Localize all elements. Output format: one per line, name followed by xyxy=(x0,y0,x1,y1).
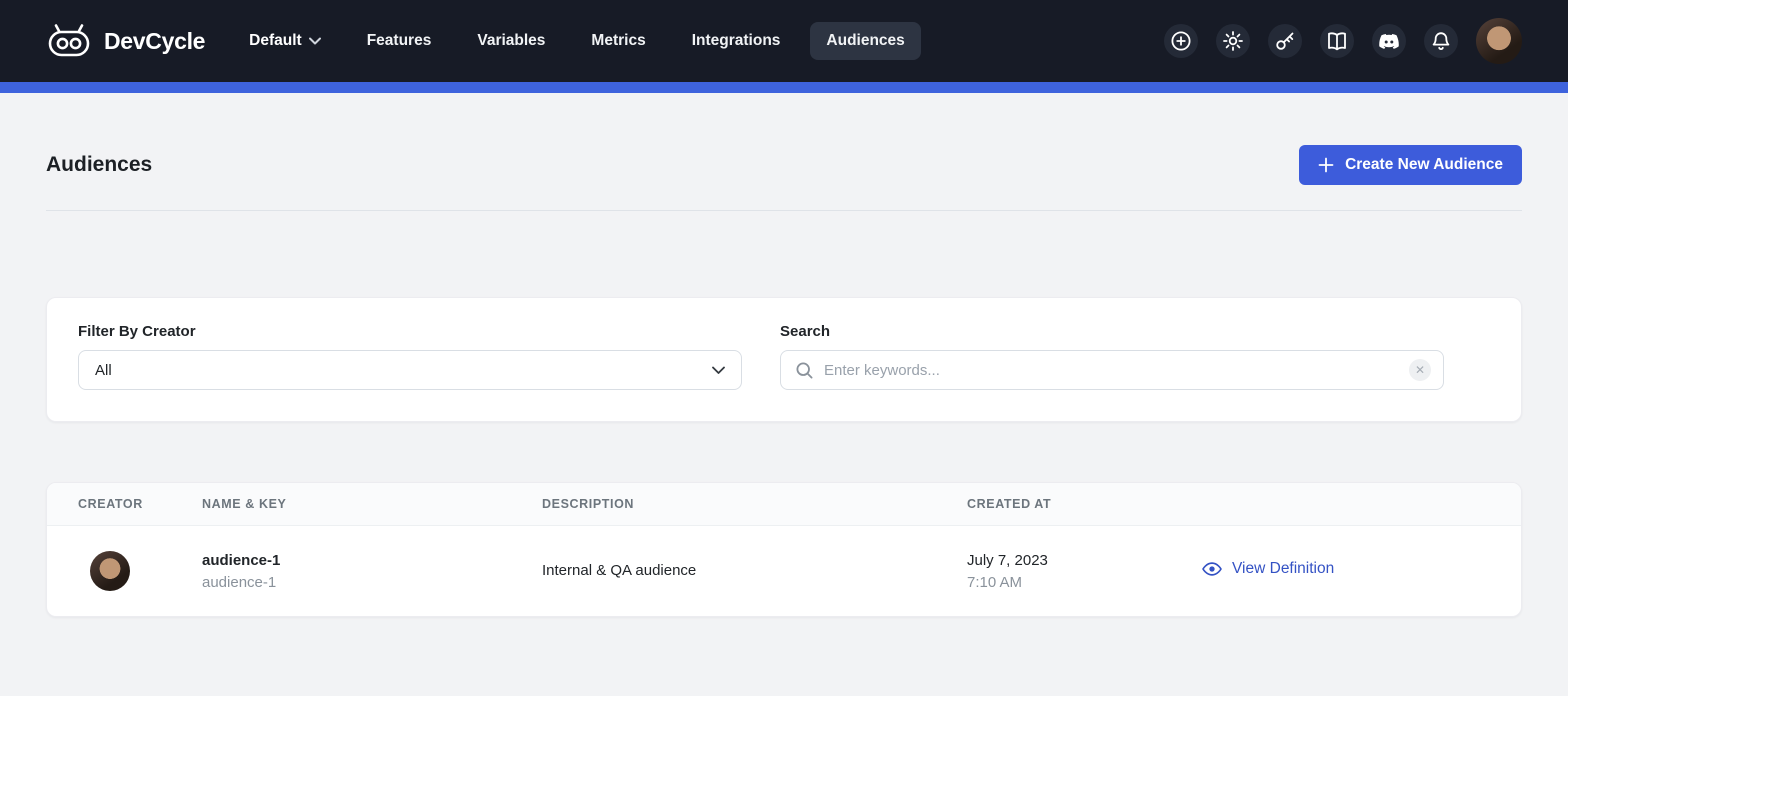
main-content: Audiences Create New Audience Filter By … xyxy=(0,145,1568,617)
close-icon: ✕ xyxy=(1415,364,1425,376)
action-cell: View Definition xyxy=(1201,558,1490,585)
audience-description: Internal & QA audience xyxy=(542,562,696,579)
created-at-cell: July 7, 2023 7:10 AM xyxy=(967,552,1201,591)
top-navigation: DevCycle Default Features Variables Metr… xyxy=(0,0,1568,82)
api-keys-button[interactable] xyxy=(1268,24,1302,58)
created-time: 7:10 AM xyxy=(967,574,1201,591)
brand-name: DevCycle xyxy=(104,28,205,55)
creator-cell xyxy=(78,551,202,591)
eye-icon xyxy=(1201,558,1223,580)
nav-item-features[interactable]: Features xyxy=(351,22,448,60)
creator-filter-value: All xyxy=(95,362,112,379)
page-title: Audiences xyxy=(46,153,152,177)
project-selector-label: Default xyxy=(249,32,302,50)
creator-avatar xyxy=(90,551,130,591)
audience-key: audience-1 xyxy=(202,574,542,591)
gear-icon xyxy=(1221,29,1245,53)
filter-card: Filter By Creator All Search xyxy=(46,297,1522,422)
main-nav: Features Variables Metrics Integrations … xyxy=(351,22,921,60)
book-icon xyxy=(1325,29,1349,53)
view-definition-link[interactable]: View Definition xyxy=(1201,558,1334,580)
search-filter: Search ✕ xyxy=(780,323,1444,390)
bell-icon xyxy=(1429,29,1453,53)
nav-item-integrations[interactable]: Integrations xyxy=(676,22,797,60)
nav-icon-group xyxy=(1164,18,1522,64)
created-date: July 7, 2023 xyxy=(967,552,1201,569)
devcycle-logo-icon xyxy=(46,23,92,59)
key-icon xyxy=(1273,29,1297,53)
view-definition-label: View Definition xyxy=(1232,560,1334,578)
search-input[interactable] xyxy=(824,362,1399,379)
discord-icon xyxy=(1377,29,1401,53)
search-label: Search xyxy=(780,323,1444,340)
settings-button[interactable] xyxy=(1216,24,1250,58)
column-header-creator: CREATOR xyxy=(78,497,202,511)
plus-icon xyxy=(1318,157,1334,173)
discord-button[interactable] xyxy=(1372,24,1406,58)
brand-home-link[interactable]: DevCycle xyxy=(46,23,205,59)
project-selector[interactable]: Default xyxy=(249,32,321,50)
creator-filter: Filter By Creator All xyxy=(78,323,742,390)
nav-item-variables[interactable]: Variables xyxy=(461,22,561,60)
audience-name: audience-1 xyxy=(202,552,542,569)
search-icon xyxy=(795,361,814,380)
page-header: Audiences Create New Audience xyxy=(46,145,1522,185)
table-header-row: CREATOR NAME & KEY DESCRIPTION CREATED A… xyxy=(47,483,1521,526)
clear-search-button[interactable]: ✕ xyxy=(1409,359,1431,381)
plus-circle-icon xyxy=(1169,29,1193,53)
column-header-name-key: NAME & KEY xyxy=(202,497,542,511)
docs-button[interactable] xyxy=(1320,24,1354,58)
create-new-audience-button[interactable]: Create New Audience xyxy=(1299,145,1522,185)
user-avatar[interactable] xyxy=(1476,18,1522,64)
audiences-table: CREATOR NAME & KEY DESCRIPTION CREATED A… xyxy=(46,482,1522,617)
header-divider xyxy=(46,210,1522,211)
description-cell: Internal & QA audience xyxy=(542,562,967,580)
name-key-cell: audience-1 audience-1 xyxy=(202,552,542,591)
accent-bar xyxy=(0,82,1568,93)
nav-item-metrics[interactable]: Metrics xyxy=(575,22,661,60)
nav-item-audiences[interactable]: Audiences xyxy=(810,22,920,60)
creator-filter-select[interactable]: All xyxy=(78,350,742,390)
add-button[interactable] xyxy=(1164,24,1198,58)
notifications-button[interactable] xyxy=(1424,24,1458,58)
search-box: ✕ xyxy=(780,350,1444,390)
chevron-down-icon xyxy=(712,366,725,375)
column-header-description: DESCRIPTION xyxy=(542,497,967,511)
chevron-down-icon xyxy=(309,37,321,45)
creator-filter-label: Filter By Creator xyxy=(78,323,742,340)
column-header-created-at: CREATED AT xyxy=(967,497,1201,511)
create-new-audience-label: Create New Audience xyxy=(1345,156,1503,174)
table-row: audience-1 audience-1 Internal & QA audi… xyxy=(47,526,1521,616)
app-window: DevCycle Default Features Variables Metr… xyxy=(0,0,1568,696)
